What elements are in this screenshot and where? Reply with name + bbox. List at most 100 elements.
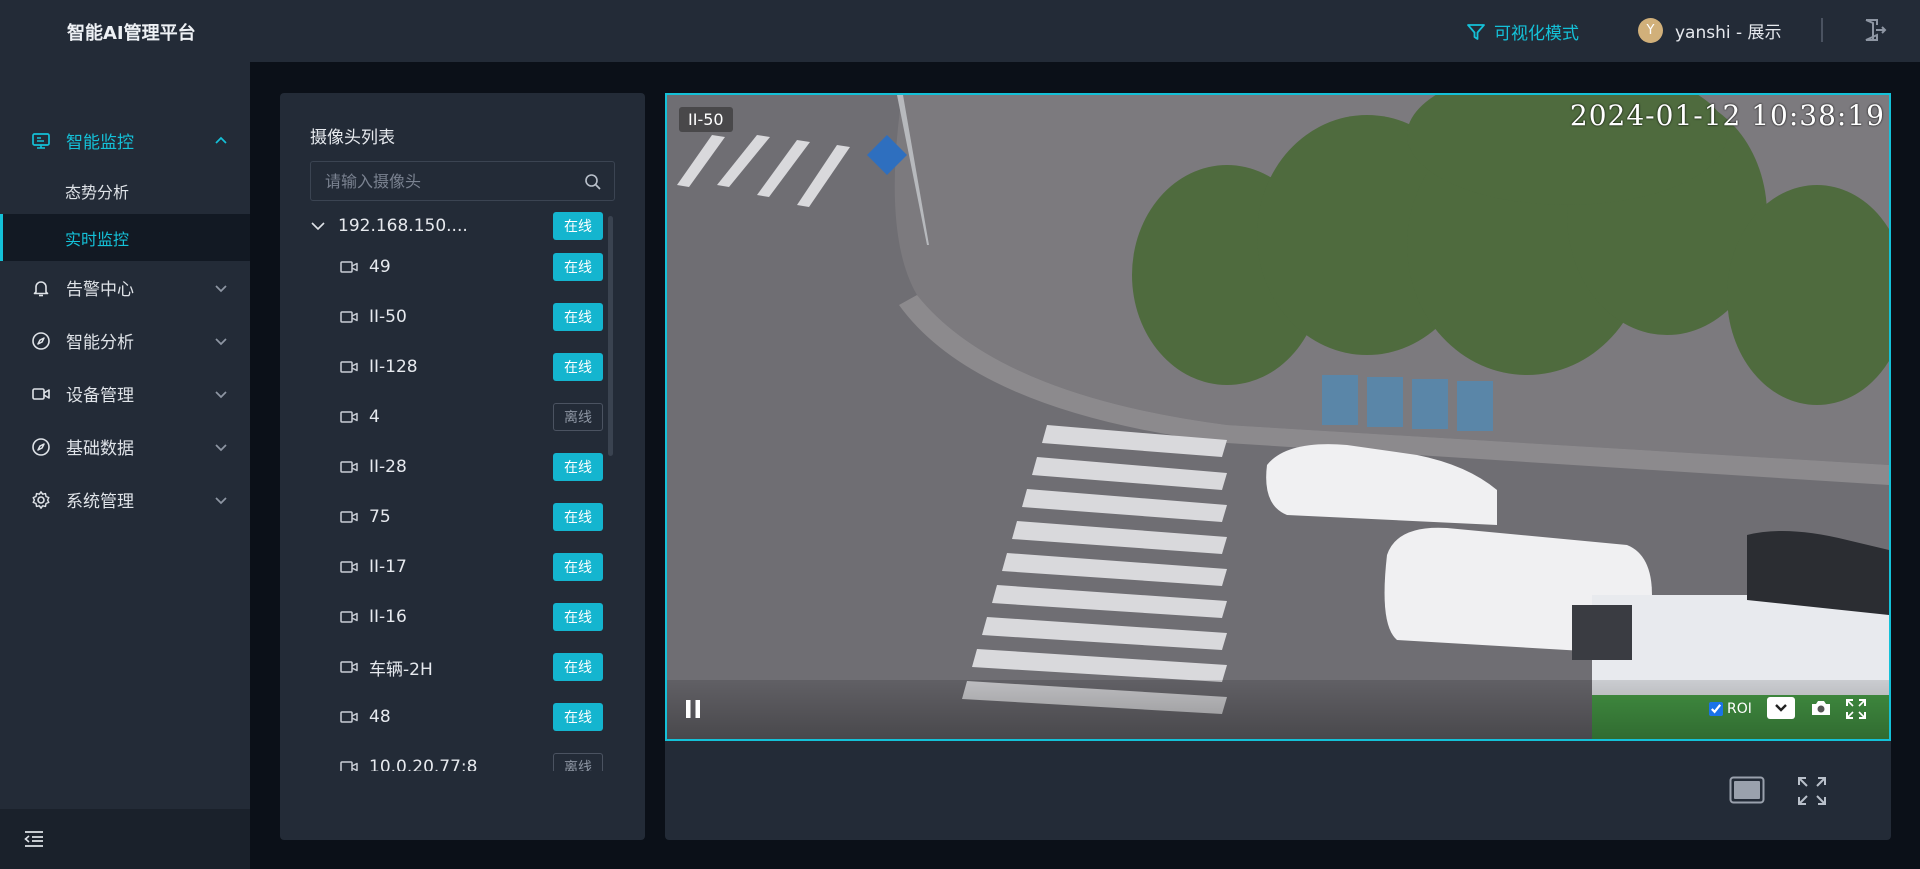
status-badge: 离线: [553, 753, 603, 771]
chevron-down-icon: [215, 444, 227, 452]
video-control-bar: ROI: [667, 679, 1889, 739]
sidebar-item-device-management[interactable]: 设备管理: [0, 367, 250, 420]
sidebar-item-label: 系统管理: [66, 492, 134, 512]
camera-search-input[interactable]: [311, 162, 571, 200]
status-badge: 离线: [553, 403, 603, 431]
video-camera-icon: [340, 411, 358, 423]
camera-list-item-label: II-50: [369, 307, 407, 327]
status-badge: 在线: [553, 603, 603, 631]
camera-list-item[interactable]: 4 离线: [310, 392, 615, 442]
sidebar-subitem-label: 实时监控: [65, 229, 130, 249]
status-badge: 在线: [553, 503, 603, 531]
status-badge: 在线: [553, 303, 603, 331]
camera-list-item[interactable]: II-28 在线: [310, 442, 615, 492]
sidebar-item-alarm-center[interactable]: 告警中心: [0, 261, 250, 314]
camera-list-item[interactable]: II-50 在线: [310, 292, 615, 342]
status-badge: 在线: [553, 653, 603, 681]
tree-group-label: 192.168.150....: [338, 216, 468, 236]
camera-list-item-label: 75: [369, 507, 391, 527]
video-fullscreen-icon[interactable]: [1845, 698, 1867, 720]
compass-icon: [32, 331, 50, 350]
fullscreen-icon[interactable]: [1796, 775, 1828, 807]
single-screen-layout-icon[interactable]: [1729, 776, 1765, 804]
header-divider: [1821, 18, 1823, 42]
top-bar: 智能AI管理平台 可视化模式 Y yanshi - 展示: [0, 0, 1920, 62]
user-menu[interactable]: Y yanshi - 展示: [1638, 18, 1782, 43]
camera-list-scrollbar[interactable]: [608, 216, 613, 456]
roi-checkbox[interactable]: [1709, 702, 1723, 716]
video-camera-icon: [340, 611, 358, 623]
camera-search: [310, 161, 615, 201]
camera-list-item[interactable]: 49 在线: [310, 242, 615, 292]
status-badge: 在线: [553, 703, 603, 731]
camera-list-item-label: 49: [369, 257, 391, 277]
status-badge: 在线: [553, 453, 603, 481]
sidebar-item-system-management[interactable]: 系统管理: [0, 473, 250, 526]
camera-list-panel: 摄像头列表 192.168.150.... 在线 49在线II-50在线II-1…: [280, 93, 645, 840]
sidebar-item-label: 设备管理: [66, 386, 134, 406]
visualization-mode-label: 可视化模式: [1494, 24, 1579, 44]
sidebar-item-base-data[interactable]: 基础数据: [0, 420, 250, 473]
video-camera-icon: [340, 511, 358, 523]
brand-title: 智能AI管理平台: [67, 23, 196, 44]
gear-icon: [32, 490, 50, 509]
roi-toggle[interactable]: ROI: [1709, 701, 1752, 717]
collapse-menu-icon[interactable]: [24, 830, 44, 848]
roi-label: ROI: [1727, 701, 1752, 717]
bell-icon: [33, 280, 49, 296]
sidebar-subitem-situation-analysis[interactable]: 态势分析: [0, 167, 250, 214]
sidebar-subitem-live-monitor[interactable]: 实时监控: [0, 214, 250, 261]
video-timestamp: 2024-01-12 10:38:19: [1569, 99, 1885, 132]
camera-list-item-label: II-128: [369, 357, 418, 377]
search-icon[interactable]: [584, 173, 602, 191]
compass-icon: [32, 437, 50, 456]
logout-icon[interactable]: [1862, 17, 1888, 43]
camera-list-item[interactable]: 48 在线: [310, 692, 615, 742]
sidebar: 智能监控 态势分析 实时监控 告警中心 智能分析 设备管理 基础数据 系统管理: [0, 62, 250, 869]
video-camera-icon: [340, 261, 358, 273]
sidebar-item-label: 基础数据: [66, 439, 134, 459]
video-panel: II-50 2024-01-12 10:38:19 ROI: [665, 93, 1891, 840]
camera-list-item[interactable]: II-16 在线: [310, 592, 615, 642]
filter-icon: [1467, 23, 1485, 40]
video-camera-icon: [340, 761, 358, 771]
pause-icon[interactable]: [685, 699, 701, 719]
status-badge: 在线: [553, 212, 603, 240]
camera-list-item[interactable]: II-128 在线: [310, 342, 615, 392]
sidebar-item-label: 智能分析: [66, 333, 134, 353]
visualization-mode-button[interactable]: 可视化模式: [1466, 19, 1579, 44]
tree-group-node[interactable]: 192.168.150.... 在线: [310, 211, 615, 241]
camera-tree: 192.168.150.... 在线 49 在线 II-50 在线 II-128 在线 4 离…: [310, 211, 615, 771]
camera-list-item-label: 10.0.20.77:8: [369, 757, 478, 771]
chevron-down-icon: [1775, 704, 1787, 712]
camera-list-item-label: 4: [369, 407, 380, 427]
sidebar-subitem-label: 态势分析: [65, 182, 130, 202]
video-camera-icon: [340, 711, 358, 723]
sidebar-item-smart-monitor[interactable]: 智能监控: [0, 114, 250, 167]
camera-list-item-label: II-28: [369, 457, 407, 477]
chevron-up-icon: [215, 136, 227, 144]
monitor-icon: [32, 132, 50, 149]
sidebar-item-smart-analysis[interactable]: 智能分析: [0, 314, 250, 367]
camera-name-overlay: II-50: [679, 107, 733, 132]
camera-list-item-label: II-16: [369, 607, 407, 627]
camera-list-item[interactable]: 75 在线: [310, 492, 615, 542]
camera-snapshot-icon[interactable]: [1810, 698, 1832, 718]
avatar: Y: [1638, 18, 1663, 43]
video-player[interactable]: II-50 2024-01-12 10:38:19 ROI: [665, 93, 1891, 741]
camera-list-item[interactable]: 车辆-2H 在线: [310, 642, 615, 692]
video-camera-icon: [340, 311, 358, 323]
sidebar-item-label: 告警中心: [66, 280, 134, 300]
camera-feed-image: [667, 95, 1889, 739]
roi-dropdown[interactable]: [1767, 697, 1795, 719]
chevron-down-icon: [311, 222, 325, 231]
camera-list-item[interactable]: II-17 在线: [310, 542, 615, 592]
user-name: yanshi - 展示: [1675, 23, 1782, 43]
camera-rows: 49 在线 II-50 在线 II-128 在线 4 离线 II-28 在线 75 在线 II-17 在线…: [310, 242, 615, 771]
chevron-down-icon: [215, 338, 227, 346]
camera-list-item[interactable]: 10.0.20.77:8 离线: [310, 742, 615, 771]
camera-list-item-label: 车辆-2H: [369, 659, 433, 680]
video-camera-icon: [340, 361, 358, 373]
status-badge: 在线: [553, 553, 603, 581]
video-camera-icon: [32, 387, 50, 400]
